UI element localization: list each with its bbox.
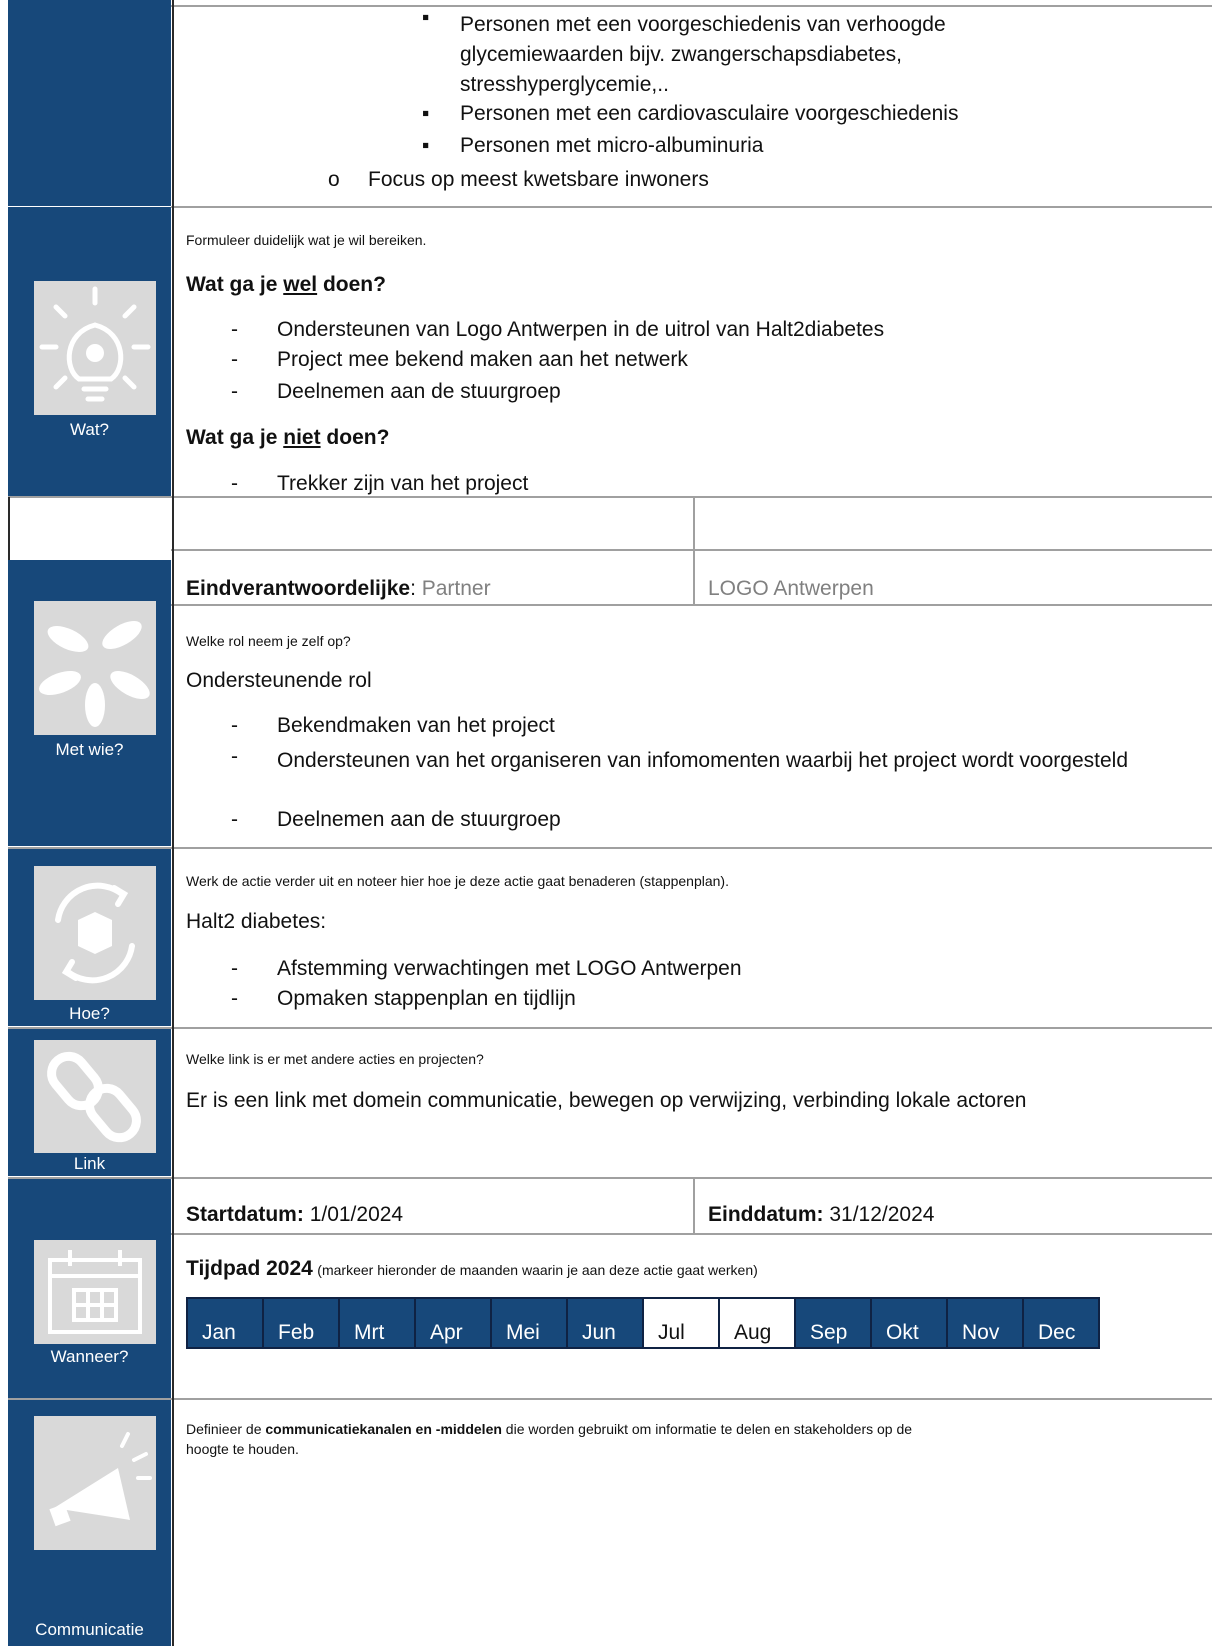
dash-marker: - <box>231 714 238 737</box>
target-subitem-3: Personen met micro-albuminuria <box>460 134 764 157</box>
dash-marker: - <box>231 808 238 831</box>
month-jul[interactable]: Jul <box>644 1299 718 1347</box>
month-okt[interactable]: Okt <box>872 1299 946 1347</box>
month-feb[interactable]: Feb <box>264 1299 338 1347</box>
dash-marker: - <box>231 472 238 495</box>
rule-partner-divider <box>693 497 695 605</box>
wat-wel-item-2: Project mee bekend maken aan het netwerk <box>277 348 688 371</box>
rule-top <box>171 5 1212 7</box>
lightbulb-gear-icon <box>34 281 156 415</box>
dash-marker: - <box>231 987 238 1010</box>
calendar-icon <box>34 1240 156 1344</box>
hoe-title: Halt2 diabetes: <box>186 910 327 933</box>
rule-gap-edge <box>8 497 10 560</box>
sidebar-label-hoe: Hoe? <box>69 1004 110 1023</box>
met-wie-item-1: Bekendmaken van het project <box>277 714 555 737</box>
sidebar-gap <box>8 497 171 560</box>
chain-link-icon <box>34 1040 156 1153</box>
month-mei[interactable]: Mei <box>492 1299 566 1347</box>
met-wie-item-2: Ondersteunen van het organiseren van inf… <box>277 749 1129 772</box>
month-mrt[interactable]: Mrt <box>340 1299 414 1347</box>
month-jun[interactable]: Jun <box>568 1299 642 1347</box>
target-subitem-2: Personen met een cardiovasculaire voorge… <box>460 102 959 125</box>
sidebar-label-wanneer: Wanneer? <box>50 1347 129 1366</box>
dash-marker: - <box>231 380 238 403</box>
month-apr[interactable]: Apr <box>416 1299 490 1347</box>
hoe-item-1: Afstemming verwachtingen met LOGO Antwer… <box>277 957 742 980</box>
action-plan-page: ▪ Personen met een voorgeschiedenis van … <box>8 0 1212 1646</box>
box-cycle-icon <box>34 866 156 1000</box>
month-strip: Jan Feb Mrt Apr Mei Jun Jul Aug Sep Okt … <box>186 1297 1100 1349</box>
target-subitem-1-line1: Personen met een voorgeschiedenis van ve… <box>460 13 946 96</box>
rule-partner-bottom <box>171 604 1212 606</box>
rule-sidebar-edge <box>172 0 174 1646</box>
met-wie-item-3: Deelnemen aan de stuurgroep <box>277 808 561 831</box>
dash-marker: - <box>231 745 238 768</box>
wat-niet-item-1: Trekker zijn van het project <box>277 472 529 495</box>
sidebar-label-link: Link <box>73 1154 106 1173</box>
focus-text: Focus op meest kwetsbare inwoners <box>368 168 709 191</box>
rule-link-top <box>8 1027 1212 1029</box>
sidebar-label-wat: Wat? <box>69 420 110 439</box>
link-text: Er is een link met domein communicatie, … <box>186 1089 1027 1112</box>
focus-marker: o <box>328 168 340 191</box>
role-text: Ondersteunende rol <box>186 669 372 692</box>
month-jan[interactable]: Jan <box>188 1299 262 1347</box>
rule-wanneer-top <box>8 1177 1212 1179</box>
bullet-square-icon: ▪ <box>422 134 430 157</box>
hands-circle-icon <box>34 601 156 735</box>
sidebar-label-communicatie: Communicatie <box>35 1620 144 1639</box>
sidebar-label-met-wie: Met wie? <box>55 740 124 759</box>
communicatie-text-line1: Definieer de communicatiekanalen en -mid… <box>186 1421 913 1437</box>
wat-wel-item-3: Deelnemen aan de stuurgroep <box>277 380 561 403</box>
dash-marker: - <box>231 318 238 341</box>
wat-wel-heading: Wat ga je wel doen? <box>186 273 386 296</box>
month-nov[interactable]: Nov <box>948 1299 1022 1347</box>
rule-dates-divider <box>693 1178 695 1235</box>
partner-name: LOGO Antwerpen <box>708 577 874 600</box>
rule-hoe-top <box>8 847 1212 849</box>
rule-communicatie-top <box>8 1398 1212 1400</box>
communicatie-text-line2: hoogte te houden. <box>186 1441 299 1457</box>
eindverantwoordelijke: Eindverantwoordelijke: Partner <box>186 577 491 600</box>
rule-partner-top <box>171 549 1212 551</box>
month-aug[interactable]: Aug <box>720 1299 794 1347</box>
month-sep[interactable]: Sep <box>796 1299 870 1347</box>
rule-wat-bottom <box>8 496 1212 498</box>
role-question: Welke rol neem je zelf op? <box>186 633 351 649</box>
start-date: Startdatum: 1/01/2024 <box>186 1203 404 1226</box>
rule-wat-top <box>171 206 1212 208</box>
dash-marker: - <box>231 957 238 980</box>
hoe-intro: Werk de actie verder uit en noteer hier … <box>186 873 729 889</box>
wat-niet-heading: Wat ga je niet doen? <box>186 426 390 449</box>
link-question: Welke link is er met andere acties en pr… <box>186 1051 484 1067</box>
rule-dates-bottom <box>171 1233 1212 1235</box>
end-date: Einddatum: 31/12/2024 <box>708 1203 935 1226</box>
hoe-item-2: Opmaken stappenplan en tijdlijn <box>277 987 576 1010</box>
megaphone-icon <box>34 1416 156 1550</box>
sidebar-doelgroep <box>8 0 171 206</box>
wat-intro: Formuleer duidelijk wat je wil bereiken. <box>186 232 427 248</box>
dash-marker: - <box>231 348 238 371</box>
wat-wel-item-1: Ondersteunen van Logo Antwerpen in de ui… <box>277 318 885 341</box>
tijdpad: Tijdpad 2024 (markeer hieronder de maand… <box>186 1257 758 1280</box>
bullet-square-icon: ▪ <box>422 102 430 125</box>
bullet-square-icon: ▪ <box>422 6 430 29</box>
month-dec[interactable]: Dec <box>1024 1299 1098 1347</box>
